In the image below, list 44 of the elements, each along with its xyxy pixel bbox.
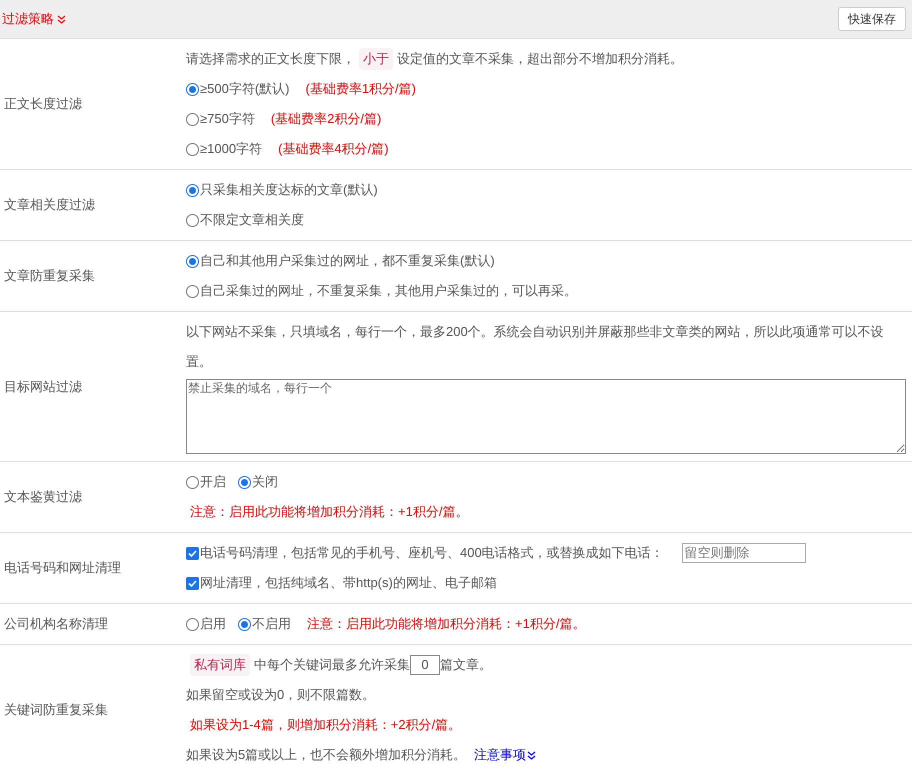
radio-option[interactable]: ≥500字符(默认) [186, 74, 290, 104]
checkmark-icon [188, 578, 197, 588]
hint-text: 中每个关键词最多允许采集 [254, 656, 410, 674]
cost-note: 注意：启用此功能将增加积分消耗：+1积分/篇。 [307, 615, 586, 633]
count-input-field[interactable]: 0 [410, 655, 440, 675]
double-chevron-down-icon[interactable] [527, 750, 536, 760]
hint-text: 如果留空或设为0，则不限篇数。 [186, 686, 376, 704]
radio-option[interactable]: 只采集相关度达标的文章(默认) [186, 175, 378, 205]
radio-option[interactable]: 自己采集过的网址，不重复采集，其他用户采集过的，可以再采。 [186, 276, 577, 306]
cost-note: 如果设为1-4篇，则增加积分消耗：+2积分/篇。 [190, 716, 462, 734]
hint-text: 设定值的文章不采集，超出部分不增加积分消耗。 [397, 50, 683, 68]
cost-note: (基础费率2积分/篇) [270, 110, 382, 128]
cost-note: (基础费率1积分/篇) [305, 80, 416, 98]
notes-link[interactable]: 注意事项 [474, 740, 536, 768]
row-label: 目标网站过滤 [3, 378, 83, 396]
phone-input-field[interactable]: 留空则删除 [682, 543, 806, 563]
cost-note: (基础费率4积分/篇) [278, 140, 389, 158]
checkbox-option[interactable]: 电话号码清理，包括常见的手机号、座机号、400电话格式，或替换成如下电话： [186, 538, 664, 568]
domain-textarea[interactable]: 禁止采集的域名，每行一个 [186, 379, 906, 454]
radio-option[interactable]: ≥1000字符 [186, 134, 262, 164]
row-label: 关键词防重复采集 [3, 701, 109, 720]
hint-text: 请选择需求的正文长度下限， [186, 50, 355, 68]
radio-option[interactable]: 关闭 [238, 467, 278, 497]
radio-option[interactable]: ≥750字符 [186, 104, 255, 134]
radio-option[interactable]: 不限定文章相关度 [186, 205, 304, 235]
cost-note: 注意：启用此功能将增加积分消耗：+1积分/篇。 [190, 503, 468, 521]
tag-label[interactable]: 小于 [359, 48, 393, 70]
checkmark-icon [188, 548, 197, 558]
tag-label[interactable]: 私有词库 [190, 654, 250, 676]
hint-text: 篇文章。 [440, 656, 492, 674]
radio-option[interactable]: 启用 [186, 609, 226, 639]
row-label: 文章相关度过滤 [3, 196, 96, 214]
row-label: 电话号码和网址清理 [3, 559, 122, 578]
save-button[interactable]: 快速保存 [838, 7, 906, 31]
radio-option[interactable]: 开启 [186, 467, 226, 497]
row-label: 文本鉴黄过滤 [3, 488, 83, 506]
checkbox-option[interactable]: 网址清理，包括纯域名、带http(s)的网址、电子邮箱 [186, 568, 497, 598]
row-label: 文章防重复采集 [3, 267, 96, 286]
row-label: 正文长度过滤 [3, 95, 83, 114]
hint-text: 如果设为5篇或以上，也不会额外增加积分消耗。 [186, 746, 466, 764]
radio-option[interactable]: 不启用 [238, 609, 291, 639]
hint-text: 以下网站不采集，只填域名，每行一个，最多200个。系统会自动识别并屏蔽那些非文章类的网站，所以此项通常可以不设置。 [186, 323, 885, 371]
radio-option[interactable]: 自己和其他用户采集过的网址，都不重复采集(默认) [186, 246, 495, 276]
row-label: 公司机构名称清理 [3, 615, 109, 634]
